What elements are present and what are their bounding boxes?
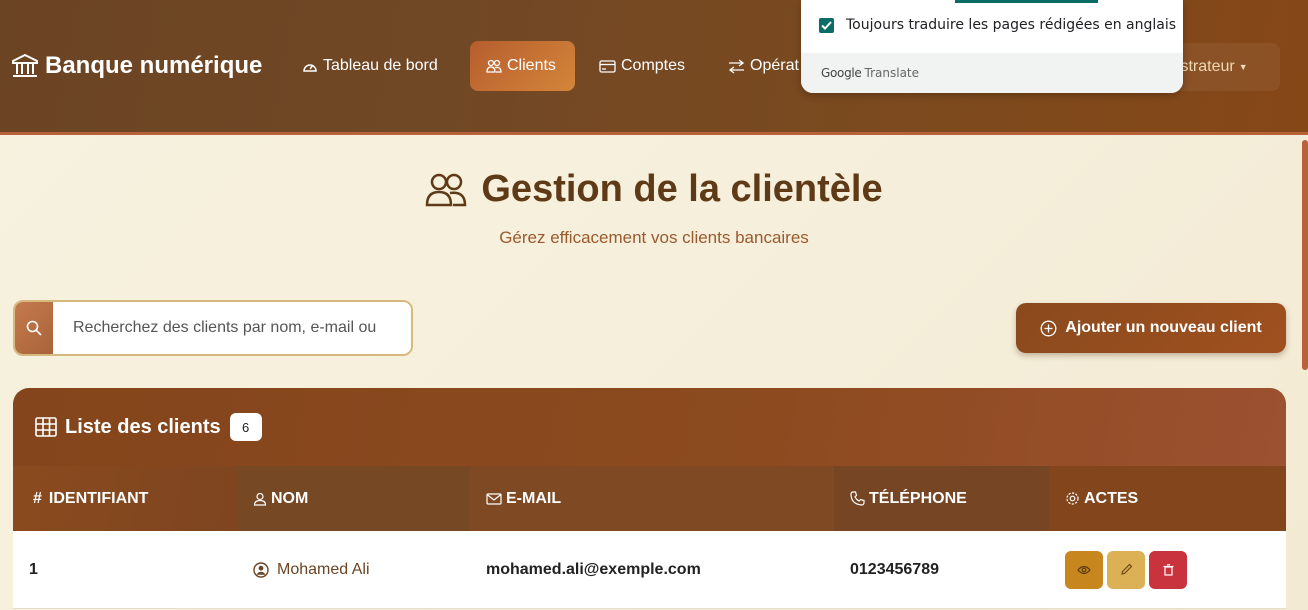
table-icon xyxy=(35,417,57,437)
nav-label: Clients xyxy=(507,57,556,74)
client-name: Mohamed Ali xyxy=(277,560,370,578)
always-translate-option[interactable]: Toujours traduire les pages rédigées en … xyxy=(819,17,1176,33)
active-tab-indicator xyxy=(955,0,1098,3)
phone-icon xyxy=(850,491,865,506)
nav-clients[interactable]: Clients xyxy=(470,41,575,91)
add-client-button[interactable]: Ajouter un nouveau client xyxy=(1016,303,1286,353)
search-icon-box xyxy=(15,302,53,354)
nav-tableau-de-bord[interactable]: Tableau de bord xyxy=(286,41,454,91)
edit-client-button[interactable] xyxy=(1107,550,1145,589)
translate-footer: Google Translate xyxy=(801,53,1183,93)
plus-circle-icon xyxy=(1040,320,1057,336)
person-icon xyxy=(253,492,267,506)
page-title-text: Gestion de la clientèle xyxy=(481,168,883,210)
cell-email: mohamed.ali@exemple.com xyxy=(486,560,701,578)
page-title: Gestion de la clientèle xyxy=(0,168,1308,211)
people-icon xyxy=(426,173,467,206)
translate-text: Translate xyxy=(864,66,920,80)
column-header-name[interactable]: NOM xyxy=(237,466,470,531)
bank-icon xyxy=(12,54,38,77)
trash-icon xyxy=(1163,563,1173,576)
search-input[interactable] xyxy=(53,302,411,354)
column-header-phone[interactable]: TÉLÉPHONE xyxy=(834,466,1049,531)
search-group xyxy=(13,300,413,356)
card-header: Liste des clients 6 xyxy=(13,388,1286,466)
checkbox[interactable] xyxy=(819,17,834,33)
column-header-email[interactable]: E-MAIL xyxy=(470,466,834,531)
caret-down-icon: ▼ xyxy=(1238,62,1248,72)
column-label: IDENTIFIANT xyxy=(48,489,149,507)
add-client-label: Ajouter un nouveau client xyxy=(1065,319,1262,336)
cell-phone: 0123456789 xyxy=(850,560,939,578)
nav-operations[interactable]: Opérat xyxy=(712,41,815,91)
google-translate-popup: Toujours traduire les pages rédigées en … xyxy=(801,0,1183,93)
gear-icon xyxy=(1066,492,1079,505)
swap-arrows-icon xyxy=(728,58,745,74)
google-logo-text: Google xyxy=(821,66,862,80)
user-circle-icon xyxy=(253,561,269,578)
card-title: Liste des clients xyxy=(65,415,221,438)
table-header: # IDENTIFIANT NOM E-MAIL TÉLÉPHONE ACTES xyxy=(13,466,1286,531)
nav-label: Tableau de bord xyxy=(323,57,438,74)
column-label: NOM xyxy=(271,489,309,507)
pencil-icon xyxy=(1120,563,1132,575)
page-subtitle: Gérez efficacement vos clients bancaires xyxy=(499,228,809,247)
cell-id: 1 xyxy=(29,560,38,578)
brand[interactable]: Banque numérique xyxy=(12,52,262,80)
cell-actions xyxy=(1049,531,1286,608)
credit-card-icon xyxy=(599,59,616,73)
nav-label: Opérat xyxy=(750,57,799,74)
view-client-button[interactable] xyxy=(1065,550,1103,589)
envelope-icon xyxy=(486,492,502,505)
search-icon xyxy=(26,320,42,336)
eye-icon xyxy=(1077,565,1091,574)
nav-label: Comptes xyxy=(621,57,686,74)
cell-name: Mohamed Ali xyxy=(237,531,470,608)
client-count-badge: 6 xyxy=(229,413,262,441)
clients-card: Liste des clients 6 # IDENTIFIANT NOM E-… xyxy=(13,388,1286,610)
brand-name: Banque numérique xyxy=(45,52,263,79)
delete-client-button[interactable] xyxy=(1149,550,1187,589)
hash-icon: # xyxy=(33,489,42,507)
column-label: E-MAIL xyxy=(506,489,562,507)
checkmark-icon xyxy=(821,20,832,30)
scrollbar-thumb[interactable] xyxy=(1302,140,1308,370)
nav-comptes[interactable]: Comptes xyxy=(583,41,701,91)
people-icon xyxy=(486,59,502,73)
column-label: ACTES xyxy=(1084,489,1139,507)
checkbox-label: Toujours traduire les pages rédigées en … xyxy=(846,17,1177,33)
column-header-id[interactable]: # IDENTIFIANT xyxy=(13,466,237,531)
speedometer-icon xyxy=(303,64,317,72)
table-row[interactable]: 1 Mohamed Ali mohamed.ali@exemple.com 01… xyxy=(13,531,1286,609)
column-header-actions[interactable]: ACTES xyxy=(1049,466,1286,531)
column-label: TÉLÉPHONE xyxy=(869,489,967,507)
